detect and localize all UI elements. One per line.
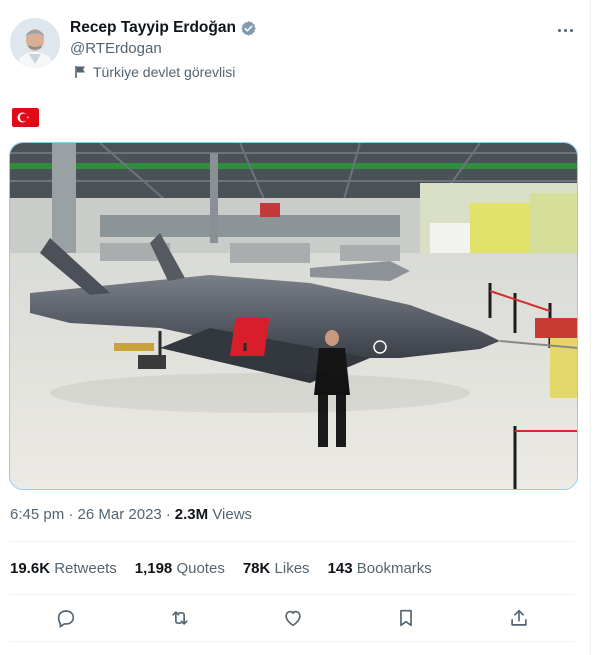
affiliation-label: Türkiye devlet görevlisi (74, 64, 235, 80)
verified-badge-icon (240, 20, 257, 37)
tweet-timestamp: 6:45 pm · 26 Mar 2023 · 2.3M Views (10, 506, 253, 523)
author-name[interactable]: Recep Tayyip Erdoğan (70, 19, 236, 37)
share-button[interactable] (507, 606, 531, 630)
bookmarks-stat[interactable]: 143 Bookmarks (328, 560, 432, 577)
divider (9, 594, 575, 595)
retweets-stat[interactable]: 19.6K Retweets (10, 560, 117, 577)
more-options-button[interactable] (552, 20, 578, 40)
likes-stat[interactable]: 78K Likes (243, 560, 310, 577)
timeline-border (590, 0, 591, 655)
author-handle[interactable]: @RTErdogan (70, 40, 162, 57)
like-icon (285, 610, 301, 627)
divider (9, 641, 575, 642)
timestamp-link[interactable]: 6:45 pm · 26 Mar 2023 (10, 506, 162, 523)
turkey-flag-emoji (12, 108, 39, 127)
divider (9, 541, 575, 542)
avatar[interactable] (10, 18, 60, 68)
bookmark-icon (400, 609, 412, 627)
views-stat[interactable]: 2.3M Views (175, 506, 252, 523)
bookmark-button[interactable] (394, 606, 418, 630)
affiliation-text: Türkiye devlet görevlisi (93, 64, 236, 80)
retweet-button[interactable] (168, 606, 192, 630)
reply-icon (57, 610, 75, 628)
tweet-photo[interactable] (9, 142, 578, 490)
retweet-icon (172, 611, 188, 625)
more-icon (557, 28, 561, 32)
share-icon (511, 609, 527, 626)
action-bar (9, 600, 575, 636)
quotes-stat[interactable]: 1,198 Quotes (135, 560, 225, 577)
tweet-header: Recep Tayyip Erdoğan @RTErdogan Türkiye … (0, 0, 590, 100)
like-button[interactable] (281, 606, 305, 630)
reply-button[interactable] (54, 606, 78, 630)
engagement-stats: 19.6K Retweets 1,198 Quotes 78K Likes 14… (10, 560, 450, 577)
government-flag-icon (74, 65, 87, 79)
